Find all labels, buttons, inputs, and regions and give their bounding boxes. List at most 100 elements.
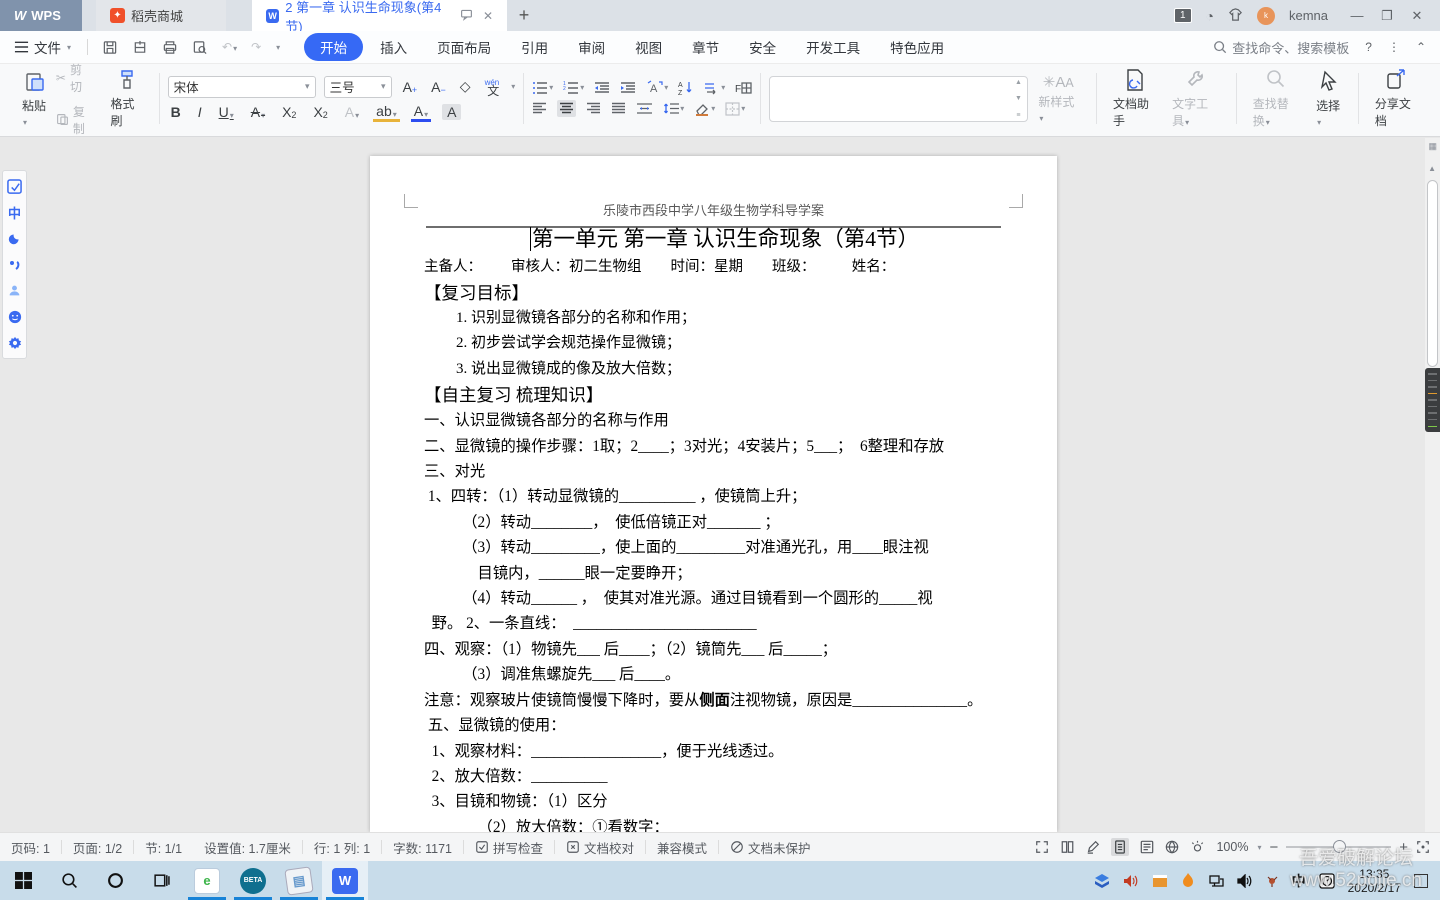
- save-icon[interactable]: [102, 40, 118, 55]
- char-shading-icon[interactable]: A: [442, 104, 461, 120]
- decrease-font-icon[interactable]: A−: [428, 79, 449, 95]
- format-painter-button[interactable]: 格式刷: [103, 68, 151, 129]
- tab-view[interactable]: 视图: [622, 33, 675, 61]
- justify-icon[interactable]: [611, 102, 626, 115]
- more-menu-icon[interactable]: ⋮: [1388, 40, 1400, 54]
- tray-clock-app-icon[interactable]: [1319, 873, 1335, 889]
- select-button[interactable]: 选择▾: [1308, 70, 1350, 128]
- minimize-button[interactable]: —: [1342, 8, 1372, 24]
- increase-indent-icon[interactable]: [620, 81, 636, 95]
- zoom-level[interactable]: 100%: [1216, 840, 1248, 854]
- copy-button[interactable]: 复制: [56, 103, 93, 137]
- text-to-table-icon[interactable]: F: [735, 81, 752, 95]
- mini-scroll-widget[interactable]: [1425, 368, 1440, 432]
- share-doc-button[interactable]: 分享文档: [1367, 68, 1426, 129]
- text-effects-icon[interactable]: A▾: [342, 104, 362, 120]
- numbered-list-icon[interactable]: 12▾: [563, 81, 584, 95]
- redo-icon[interactable]: ↷: [251, 40, 261, 54]
- outline-view-icon[interactable]: [1140, 840, 1154, 854]
- document-workspace[interactable]: 中 乐陵市西段中学八年级生物学科导学案 第一单元 第一章 认识生命现象（第4节）…: [0, 138, 1440, 832]
- tray-speaker-icon[interactable]: [1237, 874, 1253, 888]
- zoom-slider-handle[interactable]: [1333, 840, 1346, 853]
- align-left-icon[interactable]: [532, 102, 547, 115]
- new-style-button[interactable]: ✳AA 新样式▾: [1028, 73, 1088, 124]
- ime-indicator[interactable]: 中: [1292, 871, 1306, 891]
- zoom-out-icon[interactable]: −: [1269, 839, 1278, 856]
- command-search[interactable]: 查找命令、搜索模板: [1213, 38, 1349, 57]
- tab-home[interactable]: 开始: [304, 33, 363, 61]
- collapse-ribbon-icon[interactable]: ⌃: [1416, 40, 1426, 54]
- tab-special-apps[interactable]: 特色应用: [877, 33, 957, 61]
- docer-circle-icon[interactable]: ◔: [1206, 8, 1214, 24]
- align-center-icon[interactable]: [557, 100, 576, 117]
- proofread-button[interactable]: 文档校对: [555, 838, 645, 857]
- tray-window-icon[interactable]: [1152, 874, 1168, 888]
- scrollbar-thumb[interactable]: [1427, 180, 1438, 367]
- tray-app-icon[interactable]: [1266, 874, 1279, 887]
- taskbar-clock[interactable]: 13:35 2020/2/17: [1348, 867, 1401, 895]
- font-name-select[interactable]: 宋体▾: [168, 76, 316, 98]
- vertical-scrollbar[interactable]: ▦ ▲: [1425, 138, 1440, 832]
- close-document-icon[interactable]: ✕: [483, 9, 493, 23]
- ink-edit-icon[interactable]: [1086, 840, 1100, 854]
- status-page-number[interactable]: 页码: 1: [0, 838, 61, 857]
- docer-shop-tab[interactable]: ✦ 稻壳商城: [96, 0, 226, 31]
- styles-gallery-scroll[interactable]: ▲▼≡: [1012, 79, 1024, 119]
- quickbar-more-icon[interactable]: ▾: [276, 43, 280, 52]
- new-tab-button[interactable]: +: [507, 0, 541, 31]
- tray-volume-red-icon[interactable]: [1123, 874, 1139, 888]
- align-right-icon[interactable]: [586, 102, 601, 115]
- cortana-icon[interactable]: [92, 861, 138, 900]
- tab-section[interactable]: 章节: [679, 33, 732, 61]
- taskbar-app-wps[interactable]: W: [322, 861, 368, 900]
- task-view-icon[interactable]: [138, 861, 184, 900]
- help-icon[interactable]: ?: [1365, 40, 1372, 54]
- tab-insert[interactable]: 插入: [367, 33, 420, 61]
- compat-mode-label[interactable]: 兼容模式: [646, 838, 718, 857]
- underline-icon[interactable]: U▾: [216, 104, 237, 120]
- feedback-smiley-icon[interactable]: [7, 309, 22, 324]
- increase-font-icon[interactable]: A+: [400, 79, 421, 95]
- tab-developer[interactable]: 开发工具: [793, 33, 873, 61]
- settings-gear-icon[interactable]: [7, 335, 22, 350]
- taskbar-app-notepad[interactable]: ▤: [276, 861, 322, 900]
- tray-network-icon[interactable]: [1208, 874, 1224, 888]
- tab-review[interactable]: 审阅: [565, 33, 618, 61]
- zoom-caret-icon[interactable]: ▾: [1257, 843, 1261, 852]
- text-direction-icon[interactable]: A▾: [646, 80, 668, 95]
- web-view-icon[interactable]: [1165, 840, 1179, 854]
- pinyin-guide-icon[interactable]: wén文: [482, 78, 503, 96]
- decrease-indent-icon[interactable]: [594, 81, 610, 95]
- user-avatar[interactable]: k: [1257, 7, 1275, 25]
- eye-protect-icon[interactable]: [1190, 840, 1205, 854]
- highlight-icon[interactable]: ab▾: [373, 103, 400, 122]
- document-page[interactable]: 乐陵市西段中学八年级生物学科导学案 第一单元 第一章 认识生命现象（第4节） 主…: [370, 156, 1057, 832]
- subscript-icon[interactable]: X2: [310, 104, 330, 120]
- zoom-slider[interactable]: [1286, 846, 1391, 848]
- shading-icon[interactable]: ▾: [694, 102, 715, 116]
- file-menu-button[interactable]: 文件 ▾: [0, 37, 81, 57]
- quote-icon[interactable]: [7, 257, 22, 272]
- zoom-in-icon[interactable]: +: [1399, 839, 1408, 856]
- doc-protection-status[interactable]: 文档未保护: [719, 838, 822, 857]
- skin-icon[interactable]: [1228, 7, 1243, 25]
- status-page[interactable]: 页面: 1/2: [62, 838, 133, 857]
- borders-icon[interactable]: ▾: [725, 102, 745, 116]
- fit-page-icon[interactable]: [1416, 840, 1430, 854]
- bold-icon[interactable]: B: [168, 104, 184, 120]
- tab-security[interactable]: 安全: [736, 33, 789, 61]
- bullet-list-icon[interactable]: ▾: [532, 81, 553, 95]
- doc-assistant-button[interactable]: 文档助手: [1105, 68, 1164, 129]
- scroll-up-arrow[interactable]: ▲: [1428, 164, 1436, 173]
- tab-references[interactable]: 引用: [508, 33, 561, 61]
- cut-button[interactable]: ✂ 剪切: [56, 61, 93, 95]
- ruler-toggle-icon[interactable]: ▦: [1428, 141, 1437, 152]
- page-view-icon[interactable]: [1111, 838, 1129, 856]
- font-color-icon[interactable]: A▾: [411, 103, 431, 122]
- notification-center-icon[interactable]: [1414, 874, 1428, 888]
- tray-netdisk-icon[interactable]: [1094, 873, 1110, 889]
- status-row-col[interactable]: 行: 1 列: 1: [303, 838, 381, 857]
- line-spacing-icon[interactable]: ▾: [663, 102, 684, 115]
- styles-gallery[interactable]: ▲▼≡: [769, 76, 1028, 122]
- text-tools-button[interactable]: 文字工具▾: [1164, 68, 1228, 129]
